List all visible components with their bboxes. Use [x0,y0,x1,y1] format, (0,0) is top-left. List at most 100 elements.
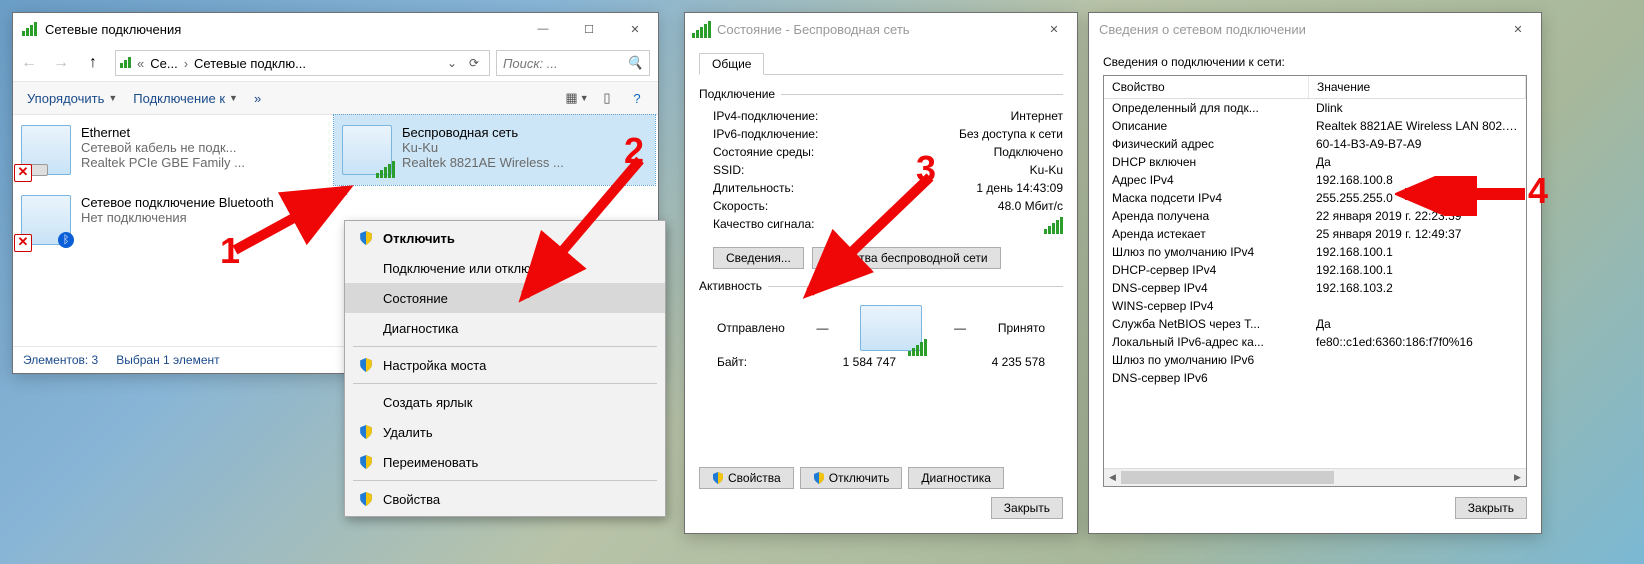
detail-row[interactable]: Аренда получена22 января 2019 г. 22:23:3… [1104,207,1526,225]
scroll-left-button[interactable]: ◀ [1104,469,1121,486]
menu-item[interactable]: Удалить [345,417,665,447]
detail-value: fe80::c1ed:6360:186:f7f0%16 [1308,334,1526,350]
detail-key: Локальный IPv6-адрес ка... [1104,334,1308,350]
breadcrumb-item[interactable]: Сетевые подклю... [194,56,306,71]
close-button[interactable]: Закрыть [1455,497,1527,519]
breadcrumb-item[interactable]: Се... [150,56,177,71]
status-row: Скорость:48.0 Мбит/с [699,197,1063,215]
detail-row[interactable]: Шлюз по умолчанию IPv6 [1104,351,1526,369]
detail-key: WINS-сервер IPv4 [1104,298,1308,314]
menu-item-label: Состояние [383,291,448,306]
bytes-sent: 1 584 747 [843,355,896,369]
menu-item[interactable]: Подключение или отключение [345,253,665,283]
tab-general[interactable]: Общие [699,53,764,75]
back-button[interactable]: ← [15,49,43,77]
overflow-button[interactable]: » [248,89,267,108]
detail-row[interactable]: Аренда истекает25 января 2019 г. 12:49:3… [1104,225,1526,243]
status-value [1044,217,1063,237]
organize-button[interactable]: Упорядочить▼ [21,89,123,108]
status-row: Качество сигнала: [699,215,1063,239]
scroll-thumb[interactable] [1121,471,1334,484]
connect-to-button[interactable]: Подключение к▼ [127,89,244,108]
close-button[interactable]: ✕ [612,13,658,45]
preview-pane-button[interactable]: ▯ [594,87,620,109]
shield-icon [359,492,373,506]
address-bar[interactable]: « Се... › Сетевые подклю... ⌄ ⟳ [115,50,490,76]
detail-row[interactable]: ОписаниеRealtek 8821AE Wireless LAN 802.… [1104,117,1526,135]
menu-item[interactable]: Отключить [345,223,665,253]
detail-row[interactable]: Локальный IPv6-адрес ка...fe80::c1ed:636… [1104,333,1526,351]
detail-value: 192.168.100.1 [1308,262,1526,278]
detail-row[interactable]: Шлюз по умолчанию IPv4192.168.100.1 [1104,243,1526,261]
detail-value: 192.168.100.8 [1308,172,1526,188]
detail-value: Dlink [1308,100,1526,116]
detail-row[interactable]: Адрес IPv4192.168.100.8 [1104,171,1526,189]
menu-item[interactable]: Переименовать [345,447,665,477]
detail-row[interactable]: DHCP включенДа [1104,153,1526,171]
maximize-button[interactable]: ☐ [566,13,612,45]
detail-key: DHCP-сервер IPv4 [1104,262,1308,278]
shield-icon [359,425,373,439]
dropdown-button[interactable]: ⌄ [441,56,463,70]
status-row: IPv4-подключение:Интернет [699,107,1063,125]
status-row: IPv6-подключение:Без доступа к сети [699,125,1063,143]
wireless-properties-button[interactable]: Свойства беспроводной сети [812,247,1001,269]
connection-status: Ku-Ku [402,140,564,155]
detail-row[interactable]: DHCP-сервер IPv4192.168.100.1 [1104,261,1526,279]
status-key: IPv6-подключение: [713,127,818,141]
detail-value: 25 января 2019 г. 12:49:37 [1308,226,1526,242]
detail-row[interactable]: DNS-сервер IPv4192.168.103.2 [1104,279,1526,297]
properties-button[interactable]: Свойства [699,467,794,489]
view-button[interactable]: ▦▼ [564,87,590,109]
detail-value [1308,370,1526,386]
menu-item-label: Свойства [383,492,440,507]
detail-value: Да [1308,316,1526,332]
close-button[interactable]: ✕ [1495,13,1541,45]
up-button[interactable]: ↑ [79,49,107,77]
connection-item-ethernet[interactable]: ✕ Ethernet Сетевой кабель не подк... Rea… [13,115,334,185]
status-value: Интернет [1011,109,1063,123]
window-title: Состояние - Беспроводная сеть [717,22,1031,37]
menu-item[interactable]: Диагностика [345,313,665,343]
close-button[interactable]: Закрыть [991,497,1063,519]
search-input[interactable]: Поиск: ... 🔍 [496,50,650,76]
titlebar[interactable]: Состояние - Беспроводная сеть ✕ [685,13,1077,45]
help-button[interactable]: ? [624,87,650,109]
connection-item-wireless[interactable]: Беспроводная сеть Ku-Ku Realtek 8821AE W… [334,115,655,185]
shield-icon [359,291,373,305]
titlebar[interactable]: Сетевые подключения — ☐ ✕ [13,13,658,45]
menu-item[interactable]: Настройка моста [345,350,665,380]
grid-header[interactable]: Свойство Значение [1104,76,1526,99]
detail-row[interactable]: Служба NetBIOS через T...Да [1104,315,1526,333]
detail-value: 255.255.255.0 [1308,190,1526,206]
status-key: Скорость: [713,199,768,213]
menu-item[interactable]: Свойства [345,484,665,514]
detail-row[interactable]: DNS-сервер IPv6 [1104,369,1526,387]
diagnose-button[interactable]: Диагностика [908,467,1004,489]
col-property[interactable]: Свойство [1104,76,1309,98]
chevron-right-icon[interactable]: › [184,56,188,71]
detail-row[interactable]: WINS-сервер IPv4 [1104,297,1526,315]
detail-key: DNS-сервер IPv4 [1104,280,1308,296]
detail-row[interactable]: Определенный для подк...Dlink [1104,99,1526,117]
wifi-icon [342,125,392,175]
search-icon: 🔍 [627,55,643,71]
sent-label: Отправлено [717,321,785,335]
horizontal-scrollbar[interactable]: ◀ ▶ [1104,468,1526,486]
minimize-button[interactable]: — [520,13,566,45]
menu-item[interactable]: Создать ярлык [345,387,665,417]
refresh-button[interactable]: ⟳ [463,56,485,70]
connection-item-bluetooth[interactable]: ✕ᛒ Сетевое подключение Bluetooth Нет под… [13,185,334,255]
detail-row[interactable]: Физический адрес60-14-B3-A9-B7-A9 [1104,135,1526,153]
col-value[interactable]: Значение [1309,76,1526,98]
ethernet-icon: ✕ [21,125,71,175]
menu-item[interactable]: Состояние [345,283,665,313]
scroll-right-button[interactable]: ▶ [1509,469,1526,486]
detail-value: 192.168.103.2 [1308,280,1526,296]
close-button[interactable]: ✕ [1031,13,1077,45]
titlebar[interactable]: Сведения о сетевом подключении ✕ [1089,13,1541,45]
detail-row[interactable]: Маска подсети IPv4255.255.255.0 [1104,189,1526,207]
details-button[interactable]: Сведения... [713,247,804,269]
detail-key: Аренда истекает [1104,226,1308,242]
disable-button[interactable]: Отключить [800,467,903,489]
